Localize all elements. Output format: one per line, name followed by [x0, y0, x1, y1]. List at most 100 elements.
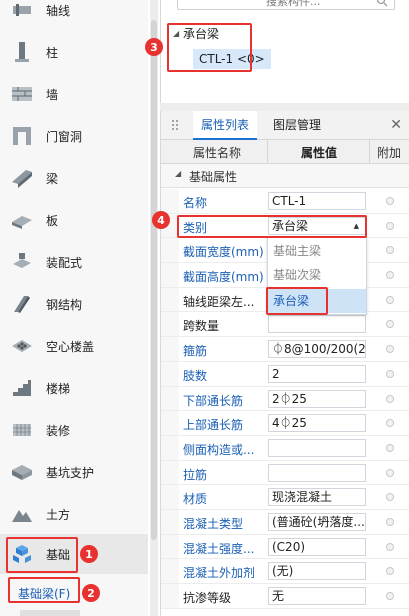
- extra-checkbox[interactable]: [386, 493, 394, 502]
- nav-item-prefab[interactable]: 装配式: [0, 242, 148, 282]
- property-name: 拉筋: [183, 467, 208, 482]
- search-input[interactable]: [178, 0, 368, 9]
- nav-label: 柱: [46, 45, 59, 60]
- property-name: 混凝土类型: [183, 516, 244, 531]
- nav-label: 门窗洞: [46, 129, 83, 144]
- collapse-caret-icon[interactable]: ◢: [175, 169, 181, 178]
- nav-label: 钢结构: [46, 297, 83, 312]
- nav-item-hollow-floor[interactable]: 空心楼盖: [0, 326, 148, 366]
- nav-scrollbar[interactable]: [150, 0, 158, 616]
- next-item-clipped: [20, 610, 80, 616]
- nav-label: 楼梯: [46, 381, 71, 396]
- nav-label: 轴线: [46, 3, 71, 18]
- property-value[interactable]: 无: [268, 587, 366, 605]
- table-row: 名称 CTL-1: [161, 189, 409, 214]
- table-row: 下部通长筋 2⏀25: [161, 386, 409, 412]
- panel-tabs: 属性列表 图层管理 ✕: [161, 111, 409, 140]
- tab-layer-manager[interactable]: 图层管理: [265, 111, 329, 140]
- extra-checkbox[interactable]: [386, 345, 394, 354]
- table-row: 侧面构造或...: [161, 435, 409, 461]
- table-row: 材质 现浇混凝土: [161, 485, 409, 510]
- extra-checkbox[interactable]: [386, 542, 394, 551]
- highlight-box-option: [266, 287, 328, 315]
- nav-item-stairs[interactable]: 楼梯: [0, 368, 148, 408]
- extra-checkbox[interactable]: [386, 468, 394, 477]
- nav-label: 装配式: [46, 255, 83, 270]
- nav-item-pit-support[interactable]: 基坑支护: [0, 452, 148, 492]
- extra-checkbox[interactable]: [386, 419, 394, 428]
- step-badge-1: 1: [80, 545, 98, 563]
- extra-checkbox[interactable]: [386, 320, 394, 329]
- nav-item-beam[interactable]: 梁: [0, 158, 148, 198]
- decoration-icon: [13, 424, 31, 436]
- nav-label: 基坑支护: [46, 465, 95, 480]
- property-value[interactable]: [268, 438, 366, 457]
- property-value[interactable]: CTL-1: [268, 192, 366, 210]
- beam-icon: [12, 170, 32, 188]
- property-value[interactable]: 2: [268, 364, 366, 383]
- nav-item-earthwork[interactable]: 土方: [0, 494, 148, 534]
- extra-checkbox[interactable]: [386, 197, 394, 205]
- extra-checkbox[interactable]: [386, 517, 394, 526]
- nav-item-slab[interactable]: 板: [0, 200, 148, 240]
- nav-item-column[interactable]: 柱: [0, 32, 148, 72]
- tab-property-list[interactable]: 属性列表: [193, 111, 257, 140]
- nav-label: 装修: [46, 423, 71, 438]
- pit-support-icon: [12, 465, 32, 480]
- highlight-box-1: [6, 537, 78, 573]
- search-icon[interactable]: [376, 0, 388, 7]
- nav-item-axis[interactable]: 轴线: [0, 0, 148, 30]
- property-value[interactable]: ⏀8@100/200(2): [268, 340, 366, 359]
- nav-label: 土方: [46, 507, 71, 522]
- extra-checkbox[interactable]: [386, 394, 394, 403]
- table-row: 上部通长筋 4⏀25: [161, 411, 409, 436]
- step-badge-3: 3: [145, 38, 163, 56]
- close-icon[interactable]: ✕: [390, 117, 402, 133]
- property-name: 上部通长筋: [183, 418, 244, 433]
- nav-item-door-window[interactable]: 门窗洞: [0, 116, 148, 156]
- header-extra: 附加: [377, 146, 402, 160]
- axis-icon: [13, 4, 31, 16]
- panel-splitter[interactable]: [160, 103, 409, 111]
- property-value[interactable]: [268, 315, 366, 334]
- stairs-icon: [13, 380, 31, 396]
- property-value[interactable]: (C20): [268, 537, 366, 556]
- extra-checkbox[interactable]: [386, 271, 394, 280]
- steel-icon: [14, 296, 30, 313]
- property-name: 截面宽度(mm): [183, 245, 264, 260]
- property-value[interactable]: (普通砼(坍落度...: [268, 512, 366, 531]
- table-row: 混凝土类型 (普通砼(坍落度...: [161, 509, 409, 535]
- door-window-icon: [13, 127, 31, 145]
- extra-checkbox[interactable]: [386, 592, 394, 600]
- property-name: 轴线距梁左...: [183, 294, 255, 309]
- table-row: 抗渗等级 无: [161, 584, 409, 609]
- property-value[interactable]: [268, 463, 366, 482]
- property-value[interactable]: (无): [268, 562, 366, 581]
- extra-checkbox[interactable]: [386, 443, 394, 452]
- nav-label: 墙: [46, 87, 59, 102]
- nav-item-wall[interactable]: 墙: [0, 74, 148, 114]
- section-basic-properties[interactable]: ◢ 基础属性: [161, 164, 409, 188]
- nav-label: 板: [46, 213, 59, 228]
- nav-item-steel[interactable]: 钢结构: [0, 284, 148, 324]
- highlight-box-4: [177, 215, 367, 238]
- extra-checkbox[interactable]: [386, 246, 394, 255]
- nav-item-decoration[interactable]: 装修: [0, 410, 148, 450]
- extra-checkbox[interactable]: [386, 221, 394, 230]
- extra-checkbox[interactable]: [386, 295, 394, 304]
- property-value[interactable]: 4⏀25: [268, 414, 366, 433]
- extra-checkbox[interactable]: [386, 567, 394, 576]
- extra-checkbox[interactable]: [386, 369, 394, 378]
- properties-panel: 属性列表 图层管理 ✕ 属性名称 属性值 附加 ◢ 基础属性 名称 CTL-1 类…: [160, 111, 409, 616]
- table-row: 混凝土强度... (C20): [161, 534, 409, 560]
- search-box[interactable]: [177, 0, 395, 10]
- property-name: 混凝土强度...: [183, 541, 255, 556]
- dropdown-option[interactable]: 基础主梁: [268, 239, 366, 263]
- property-value[interactable]: 2⏀25: [268, 389, 366, 408]
- property-value[interactable]: 现浇混凝土: [268, 488, 366, 507]
- nav-scrollbar-thumb[interactable]: [151, 20, 157, 540]
- property-name: 箍筋: [183, 344, 208, 359]
- drag-grip-icon[interactable]: [171, 119, 179, 131]
- property-name: 肢数: [183, 368, 208, 383]
- dropdown-option[interactable]: 基础次梁: [268, 263, 366, 287]
